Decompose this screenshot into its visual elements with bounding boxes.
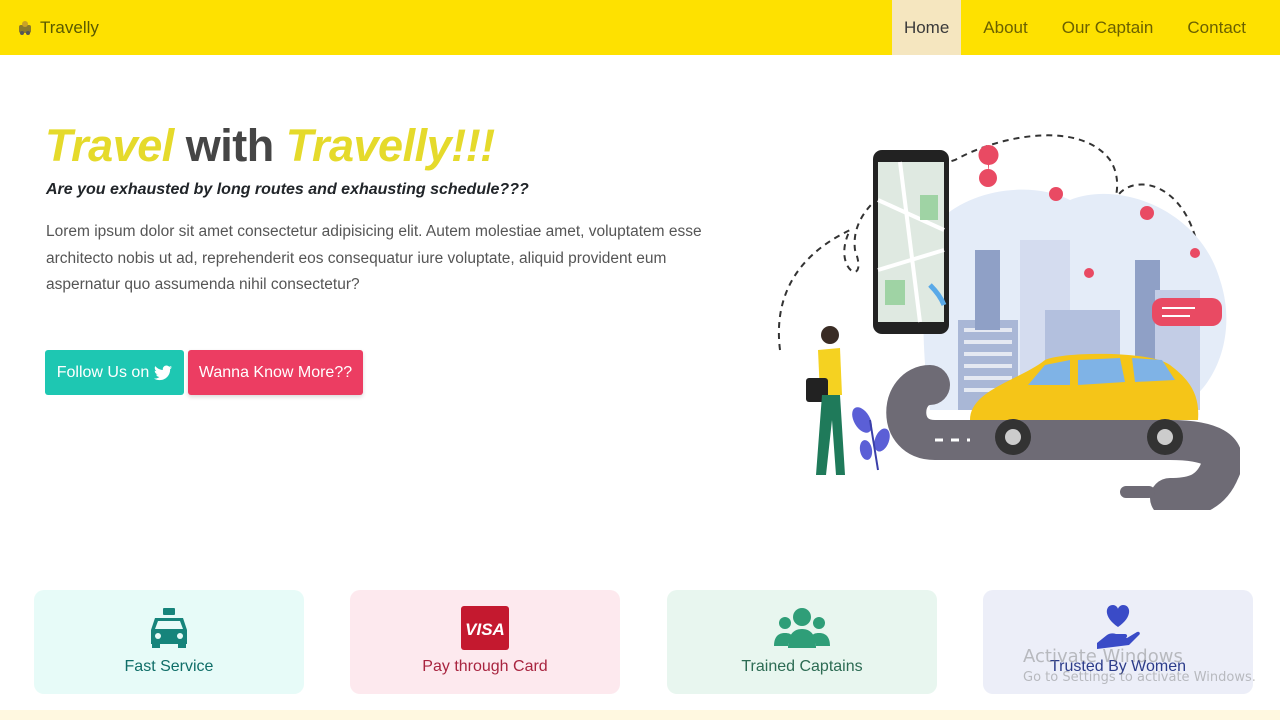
feature-card-trained-captains: Trained Captains <box>667 590 937 694</box>
users-icon <box>774 604 830 652</box>
footer-strip <box>0 710 1280 720</box>
heart-hand-icon <box>1093 604 1143 652</box>
navbar: Travelly Home About Our Captain Contact <box>0 0 1280 55</box>
hero-title-travel: Travel <box>45 120 174 171</box>
visa-card-icon: VISA <box>461 604 509 652</box>
follow-us-label: Follow Us on <box>56 363 150 381</box>
nav-home[interactable]: Home <box>891 0 962 55</box>
feature-label-fast-service: Fast Service <box>124 658 214 675</box>
brand-name: Travelly <box>40 17 99 37</box>
feature-label-pay-through-card: Pay through Card <box>422 658 548 675</box>
wanna-know-more-button[interactable]: Wanna Know More?? <box>188 350 363 395</box>
feature-label-trained-captains: Trained Captains <box>741 658 863 675</box>
nav-contact[interactable]: Contact <box>1175 0 1258 55</box>
hero-title-with: with <box>185 120 274 171</box>
taxi-icon <box>147 604 191 652</box>
twitter-icon <box>154 365 173 380</box>
nav-links: Home About Our Captain Contact <box>891 0 1258 55</box>
nav-about[interactable]: About <box>971 0 1039 55</box>
feature-card-pay-through-card: VISA Pay through Card <box>350 590 620 694</box>
hero-title: Travel with Travelly!!! <box>45 118 495 174</box>
follow-us-button[interactable]: Follow Us on <box>45 350 184 395</box>
windows-activation-watermark: Activate Windows Go to Settings to activ… <box>1023 646 1256 685</box>
city-taxi-illustration <box>777 134 1240 510</box>
watermark-line-1: Activate Windows <box>1023 646 1183 667</box>
hero-paragraph: Lorem ipsum dolor sit amet consectetur a… <box>46 223 702 293</box>
watermark-line-2: Go to Settings to activate Windows. <box>1023 670 1256 685</box>
brand-logo-icon <box>16 19 34 37</box>
feature-card-fast-service: Fast Service <box>34 590 304 694</box>
svg-text:VISA: VISA <box>465 620 505 639</box>
hero-title-travelly: Travelly!!! <box>285 120 495 171</box>
brand-link[interactable]: Travelly <box>16 18 99 38</box>
nav-our-captain[interactable]: Our Captain <box>1050 0 1166 55</box>
hero-subtitle: Are you exhausted by long routes and exh… <box>46 181 529 198</box>
